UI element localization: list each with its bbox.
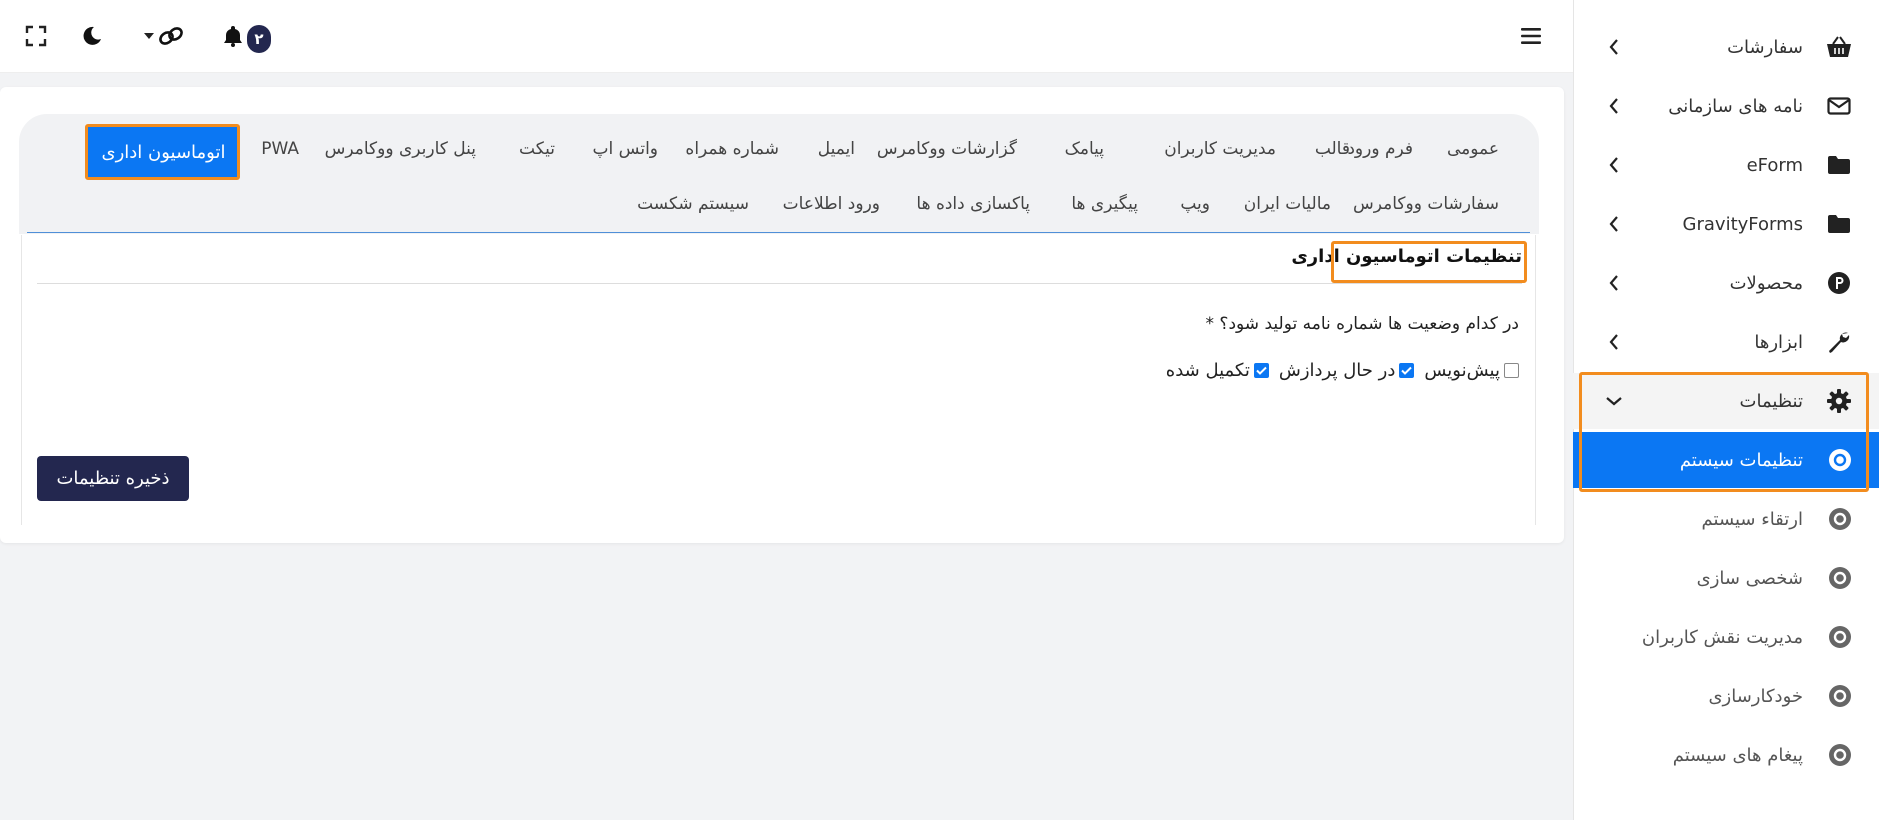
section-title: تنظیمات اتوماسیون اداری bbox=[1291, 246, 1522, 267]
draft-checkbox[interactable] bbox=[1504, 362, 1519, 378]
folder-icon bbox=[1825, 210, 1853, 238]
tab-template[interactable]: قالب bbox=[1315, 139, 1350, 159]
sidebar-subitem-label: مدیریت نقش کاربران bbox=[1641, 626, 1803, 648]
circle-dot-icon bbox=[1827, 447, 1853, 473]
tab-failure-system[interactable]: سیستم شکست bbox=[637, 194, 749, 214]
sidebar-subitem-system-settings[interactable]: تنظیمات سیستم bbox=[1573, 432, 1879, 488]
tab-woocommerce-orders[interactable]: سفارشات ووکامرس bbox=[1353, 194, 1499, 214]
p-circle-icon bbox=[1825, 269, 1853, 297]
basket-icon bbox=[1825, 33, 1853, 61]
sidebar-subitem-label: خودکارسازی bbox=[1708, 685, 1803, 707]
tab-office-automation[interactable]: اتوماسیون اداری bbox=[88, 127, 239, 177]
circle-dot-icon bbox=[1827, 742, 1853, 768]
save-settings-button[interactable]: ذخیره تنظیمات bbox=[37, 456, 189, 501]
processing-checkbox[interactable] bbox=[1399, 362, 1415, 378]
fullscreen-icon[interactable] bbox=[24, 20, 48, 52]
tab-general[interactable]: عمومی bbox=[1447, 139, 1499, 159]
tab-mobile-number[interactable]: شماره همراه bbox=[685, 139, 779, 159]
completed-checkbox[interactable] bbox=[1253, 362, 1269, 378]
tab-user-management[interactable]: مدیریت کاربران bbox=[1164, 139, 1276, 159]
chevron-down-icon bbox=[1603, 390, 1625, 412]
option-processing[interactable]: در حال پردازش bbox=[1278, 359, 1415, 381]
tab-voip[interactable]: ویپ bbox=[1180, 194, 1210, 214]
sidebar-subitem-personalization[interactable]: شخصی سازی bbox=[1573, 550, 1879, 606]
notification-badge: ۲ bbox=[247, 25, 271, 53]
tabs-bar bbox=[19, 114, 1539, 234]
menu-icon[interactable] bbox=[1520, 20, 1542, 52]
tab-whatsapp[interactable]: واتس اپ bbox=[593, 139, 658, 159]
caret-down-icon[interactable] bbox=[142, 20, 156, 52]
tab-sms[interactable]: پیامک bbox=[1065, 139, 1104, 159]
moon-icon[interactable] bbox=[80, 20, 104, 52]
sidebar-subitem-user-roles[interactable]: مدیریت نقش کاربران bbox=[1573, 609, 1879, 665]
letter-number-question: در کدام وضعیت ها شماره نامه تولید شود؟ * bbox=[1205, 314, 1519, 334]
chevron-left-icon bbox=[1603, 95, 1625, 117]
option-draft[interactable]: پیش‌نویس bbox=[1424, 360, 1519, 381]
sidebar-item-orders[interactable]: سفارشات bbox=[1573, 19, 1879, 75]
status-checkbox-group: پیش‌نویس در حال پردازش تکمیل شده bbox=[1156, 356, 1519, 384]
sidebar-item-label: eForm bbox=[1746, 154, 1803, 176]
sidebar: سفارشات نامه های سازمانی eForm GravityFo… bbox=[1573, 0, 1879, 820]
tabs-divider bbox=[27, 232, 1530, 233]
tab-data-cleanup[interactable]: پاکسازی داده ها bbox=[916, 194, 1030, 214]
tab-email[interactable]: ایمیل bbox=[818, 139, 855, 159]
processing-label: در حال پردازش bbox=[1278, 359, 1396, 381]
chevron-left-icon bbox=[1603, 331, 1625, 353]
sidebar-item-office-letters[interactable]: نامه های سازمانی bbox=[1573, 78, 1879, 134]
sidebar-subitem-label: تنظیمات سیستم bbox=[1679, 449, 1803, 471]
tab-followups[interactable]: پیگیری ها bbox=[1071, 194, 1138, 214]
sidebar-item-label: نامه های سازمانی bbox=[1668, 95, 1803, 117]
sidebar-subitem-system-upgrade[interactable]: ارتقاء سیستم bbox=[1573, 491, 1879, 547]
sidebar-item-products[interactable]: محصولات bbox=[1573, 255, 1879, 311]
sidebar-item-eform[interactable]: eForm bbox=[1573, 137, 1879, 193]
sidebar-item-gravityforms[interactable]: GravityForms bbox=[1573, 196, 1879, 252]
completed-label: تکمیل شده bbox=[1165, 359, 1250, 381]
tab-woocommerce-reports[interactable]: گزارشات ووکامرس bbox=[877, 139, 1017, 159]
tab-data-import[interactable]: ورود اطلاعات bbox=[783, 194, 880, 214]
tab-pwa[interactable]: PWA bbox=[261, 139, 299, 159]
circle-dot-icon bbox=[1827, 565, 1853, 591]
sidebar-item-label: ابزارها bbox=[1754, 331, 1803, 353]
sidebar-item-settings[interactable]: تنظیمات bbox=[1573, 373, 1879, 429]
circle-dot-icon bbox=[1827, 624, 1853, 650]
sidebar-item-label: سفارشات bbox=[1727, 36, 1803, 58]
option-completed[interactable]: تکمیل شده bbox=[1166, 360, 1269, 381]
sidebar-item-label: GravityForms bbox=[1682, 213, 1803, 235]
sidebar-subitem-label: ارتقاء سیستم bbox=[1701, 508, 1803, 530]
gear-icon bbox=[1825, 387, 1853, 415]
circle-dot-icon bbox=[1827, 506, 1853, 532]
bell-icon[interactable] bbox=[222, 20, 244, 52]
circle-dot-icon bbox=[1827, 683, 1853, 709]
tab-login-form[interactable]: فرم ورود bbox=[1347, 139, 1413, 159]
sidebar-subitem-system-messages[interactable]: پیغام های سیستم bbox=[1573, 727, 1879, 783]
chevron-left-icon bbox=[1603, 272, 1625, 294]
draft-label: پیش‌نویس bbox=[1424, 359, 1500, 381]
chevron-left-icon bbox=[1603, 36, 1625, 58]
wrench-icon bbox=[1825, 328, 1853, 356]
tab-ticket[interactable]: تیکت bbox=[519, 139, 555, 159]
sidebar-subitem-label: پیغام های سیستم bbox=[1672, 744, 1803, 766]
top-bar: ۲ bbox=[0, 0, 1573, 73]
section-divider bbox=[37, 283, 1522, 284]
tab-woocommerce-user-panel[interactable]: پنل کاربری ووکامرس bbox=[325, 139, 476, 159]
envelope-icon bbox=[1825, 92, 1853, 120]
sidebar-item-label: محصولات bbox=[1729, 272, 1803, 294]
folder-icon bbox=[1825, 151, 1853, 179]
link-icon[interactable] bbox=[158, 20, 184, 52]
tab-iran-tax[interactable]: مالیات ایران bbox=[1244, 194, 1331, 214]
sidebar-item-tools[interactable]: ابزارها bbox=[1573, 314, 1879, 370]
sidebar-item-label: تنظیمات bbox=[1739, 390, 1803, 412]
chevron-left-icon bbox=[1603, 154, 1625, 176]
chevron-left-icon bbox=[1603, 213, 1625, 235]
sidebar-subitem-label: شخصی سازی bbox=[1696, 567, 1803, 589]
sidebar-subitem-automation[interactable]: خودکارسازی bbox=[1573, 668, 1879, 724]
